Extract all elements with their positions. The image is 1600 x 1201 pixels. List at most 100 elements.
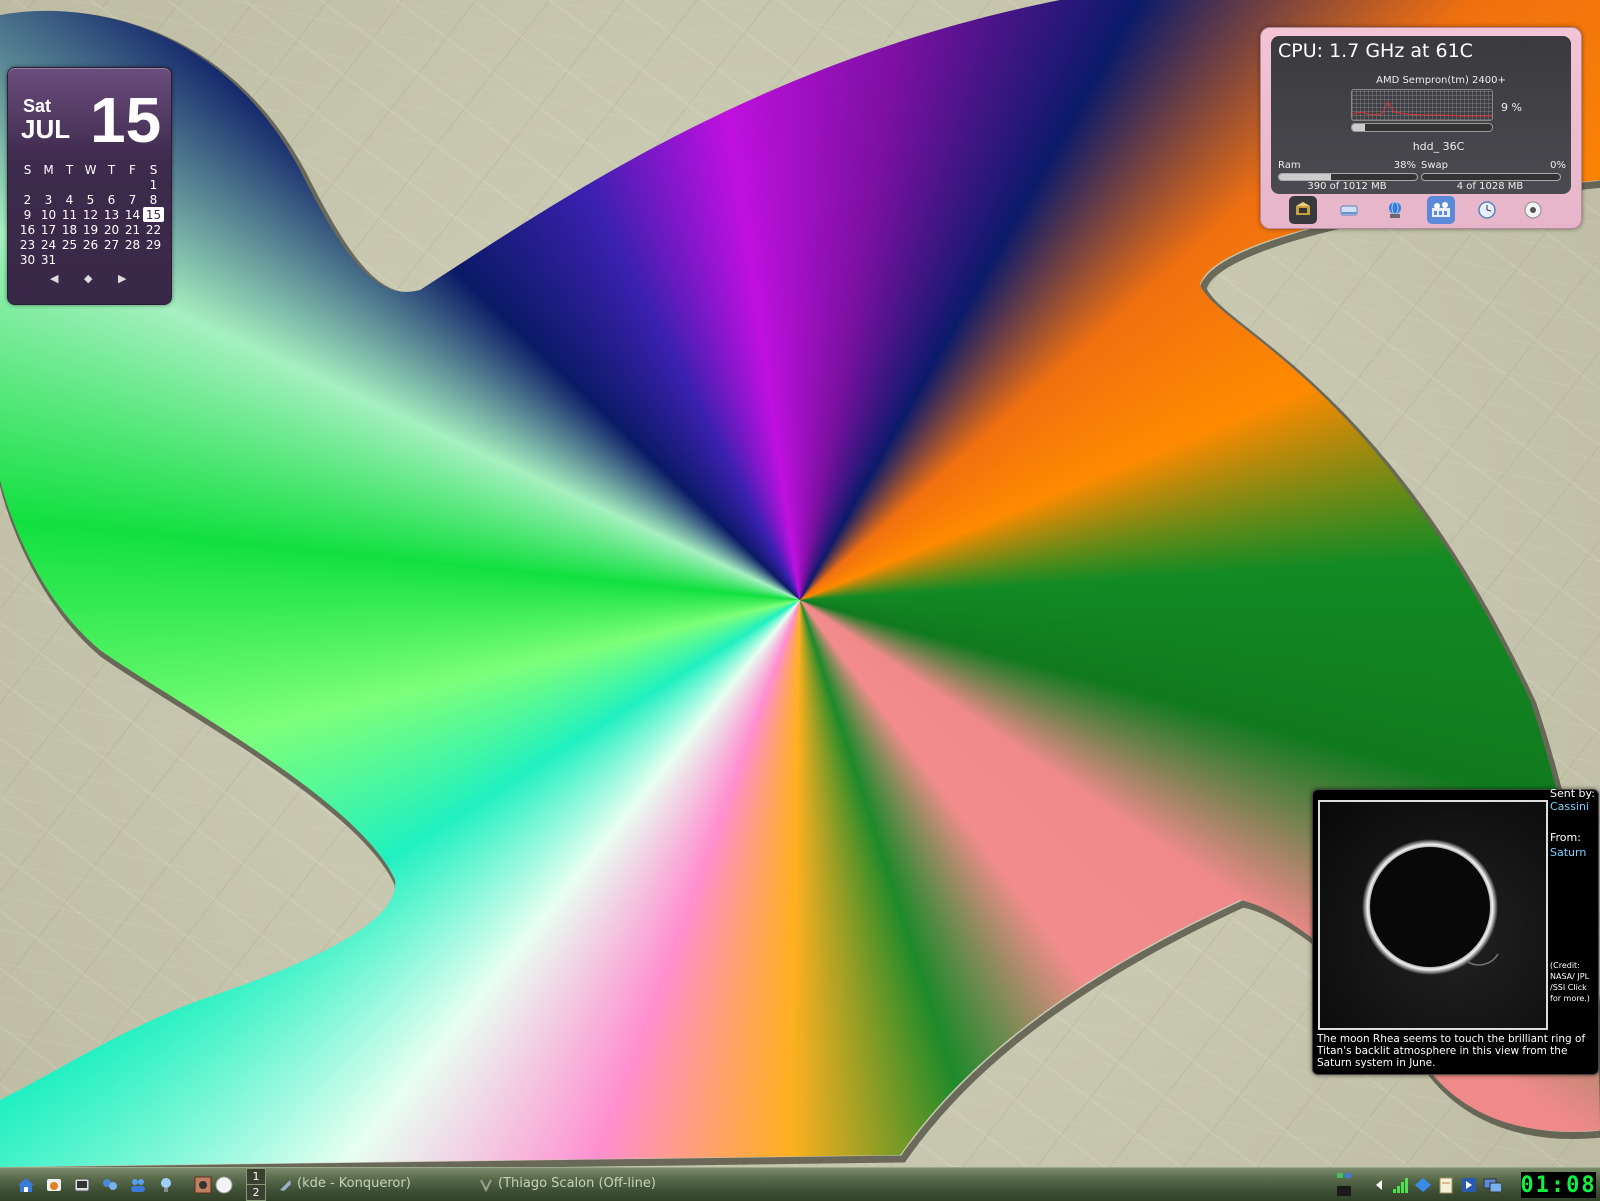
rhea-titan-image xyxy=(1362,839,1499,975)
image-credit[interactable]: (Credit: NASA/ JPL /SSI Click for more.) xyxy=(1550,960,1596,1004)
calendar-week-row: 9 10 11 12 13 14 15 xyxy=(17,207,164,222)
sent-by-link[interactable]: Cassini xyxy=(1550,800,1589,813)
task-chat-window[interactable]: (Thiago Scalon (Off-line) xyxy=(498,1176,656,1191)
calendar-week-row: 16 17 18 19 20 21 22 xyxy=(17,222,164,237)
day-header: T xyxy=(107,162,116,177)
calendar-day-cell[interactable]: 31 xyxy=(38,252,59,267)
pager-desktop-2[interactable]: 2 xyxy=(246,1184,266,1201)
calendar-day-cell[interactable]: 8 xyxy=(143,192,164,207)
clock-icon[interactable] xyxy=(1473,196,1501,224)
hdd-temperature: hdd_ 36C xyxy=(1412,140,1465,153)
notes-icon[interactable] xyxy=(1437,1175,1455,1195)
calendar-day-cell[interactable]: 30 xyxy=(17,252,38,267)
from-link[interactable]: Saturn xyxy=(1550,846,1586,859)
calendar-day-cell[interactable]: 19 xyxy=(80,222,101,237)
calendar-week-row: 1 xyxy=(17,177,164,192)
calendar-empty-cell xyxy=(17,177,38,192)
calendar-next-button[interactable]: ▶ xyxy=(118,272,126,285)
calendar-empty-cell xyxy=(101,252,122,267)
calendar-day-cell[interactable]: 9 xyxy=(17,207,38,222)
cpu-chip-icon[interactable] xyxy=(1289,196,1317,224)
kde-wallet-icon[interactable] xyxy=(1460,1175,1478,1195)
network-monitor-icon[interactable] xyxy=(1483,1175,1501,1195)
klipper-clipboard-icon[interactable] xyxy=(1414,1175,1432,1195)
ram-percent: 38% xyxy=(1393,160,1416,171)
calendar-day-cell[interactable]: 27 xyxy=(101,237,122,252)
calendar-day-cell[interactable]: 2 xyxy=(17,192,38,207)
calendar-day-cell[interactable]: 11 xyxy=(59,207,80,222)
tray-collapse-arrow-icon[interactable] xyxy=(1370,1175,1388,1195)
calendar-day-cell[interactable]: 13 xyxy=(101,207,122,222)
calendar-day-cell[interactable]: 5 xyxy=(80,192,101,207)
calendar-day-cell[interactable]: 16 xyxy=(17,222,38,237)
day-header: W xyxy=(84,162,97,177)
calendar-day-cell[interactable]: 7 xyxy=(122,192,143,207)
calendar-day-cell[interactable]: 23 xyxy=(17,237,38,252)
swap-percent: 0% xyxy=(1550,160,1566,171)
day-header: F xyxy=(129,162,136,177)
disc-icon[interactable] xyxy=(1519,196,1547,224)
wifi-signal-icon[interactable] xyxy=(1392,1175,1410,1195)
calendar-day-cell[interactable]: 29 xyxy=(143,237,164,252)
calendar-empty-cell xyxy=(59,252,80,267)
terminal-icon[interactable] xyxy=(72,1175,92,1195)
chat-task-icon xyxy=(478,1175,494,1195)
calendar-empty-cell xyxy=(38,177,59,192)
calendar-day-cell[interactable]: 14 xyxy=(122,207,143,222)
ram-label: Ram xyxy=(1278,160,1301,171)
system-monitor-tabs xyxy=(1281,196,1571,224)
swap-detail: 4 of 1028 MB xyxy=(1456,181,1524,192)
calendar-day-cell[interactable]: 25 xyxy=(59,237,80,252)
calendar-widget: Sat JUL 15 S M T W T F S 1 2 3 4 5 6 7 8 9 10 11 12… xyxy=(7,67,172,305)
calendar-day-cell[interactable]: 15 xyxy=(143,207,164,222)
calendar-day-cell[interactable]: 4 xyxy=(59,192,80,207)
from-label: From: xyxy=(1550,831,1581,844)
network-users-icon[interactable] xyxy=(128,1175,148,1195)
calendar-day-cell[interactable]: 6 xyxy=(101,192,122,207)
pager-desktop-1[interactable]: 1 xyxy=(246,1168,266,1185)
image-caption: The moon Rhea seems to touch the brillia… xyxy=(1317,1033,1586,1069)
ram-detail: 390 of 1012 MB xyxy=(1307,181,1387,192)
day-header: S xyxy=(149,162,158,177)
calendar-day-cell[interactable]: 22 xyxy=(143,222,164,237)
calendar-prev-button[interactable]: ◀ xyxy=(50,272,58,285)
lightbulb-tips-icon[interactable] xyxy=(156,1175,176,1195)
konqueror-browser-icon[interactable] xyxy=(44,1175,64,1195)
calendar-empty-cell xyxy=(80,177,101,192)
kopete-messenger-icon[interactable] xyxy=(100,1175,120,1195)
calendar-day-cell[interactable]: 1 xyxy=(143,177,164,192)
hard-drive-icon[interactable] xyxy=(1335,196,1363,224)
logout-icon[interactable] xyxy=(214,1175,234,1195)
calendar-day-cell[interactable]: 28 xyxy=(122,237,143,252)
calendar-empty-cell xyxy=(80,252,101,267)
calendar-day-cell[interactable]: 21 xyxy=(122,222,143,237)
calendar-day-cell[interactable]: 20 xyxy=(101,222,122,237)
picture-of-the-day-widget[interactable]: Sent by: Cassini From: Saturn (Credit: N… xyxy=(1312,787,1599,1075)
calendar-day-cell[interactable]: 24 xyxy=(38,237,59,252)
calendar-day-cell[interactable]: 12 xyxy=(80,207,101,222)
calendar-day-cell[interactable]: 3 xyxy=(38,192,59,207)
ram-usage-bar xyxy=(1278,173,1418,181)
digital-clock[interactable]: 01:08 xyxy=(1520,1172,1596,1198)
task-konqueror[interactable]: (kde - Konqueror) xyxy=(297,1176,411,1191)
system-monitor-widget: CPU: 1.7 GHz at 61C AMD Sempron(tm) 2400… xyxy=(1260,27,1582,229)
saturn-photo[interactable] xyxy=(1318,800,1548,1030)
calendar-week-row: 2345678 xyxy=(17,192,164,207)
home-folder-icon[interactable] xyxy=(16,1175,36,1195)
calendar-today-button[interactable]: ◆ xyxy=(84,272,92,285)
cpu-usage-bar xyxy=(1351,123,1493,132)
calendar-day-cell[interactable]: 10 xyxy=(38,207,59,222)
network-globe-icon[interactable] xyxy=(1381,196,1409,224)
swap-label: Swap xyxy=(1421,160,1449,171)
sent-by-label: Sent by: xyxy=(1550,787,1595,800)
calendar-day-cell[interactable]: 18 xyxy=(59,222,80,237)
lock-screen-icon[interactable] xyxy=(193,1175,213,1195)
calendar-month: JUL xyxy=(21,114,71,144)
calendar-day-cell[interactable]: 17 xyxy=(38,222,59,237)
calendar-date: 15 xyxy=(90,84,162,156)
konqueror-task-icon xyxy=(277,1175,293,1195)
calendar-day-cell[interactable]: 26 xyxy=(80,237,101,252)
calendar-empty-cell xyxy=(101,177,122,192)
memory-modules-icon[interactable] xyxy=(1427,196,1455,224)
system-tray-mixer-icon[interactable] xyxy=(1335,1170,1353,1198)
